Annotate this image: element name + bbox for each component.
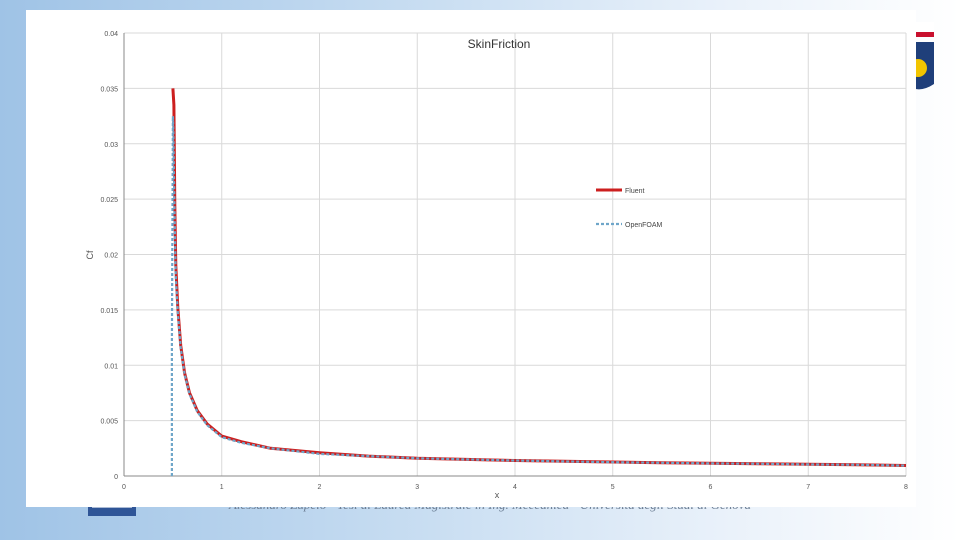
x-tick-label: 7 xyxy=(806,484,810,491)
chart-title: SkinFriction xyxy=(468,37,531,51)
y-tick-label: 0.005 xyxy=(100,419,118,426)
x-tick-label: 1 xyxy=(220,484,224,491)
x-tick-label: 0 xyxy=(122,484,126,491)
x-tick-label: 3 xyxy=(415,484,419,491)
x-tick-labels: 0 1 2 3 4 5 6 7 8 xyxy=(122,484,908,491)
x-tick-label: 4 xyxy=(513,484,517,491)
x-tick-label: 5 xyxy=(611,484,615,491)
y-axis-label: Cf xyxy=(85,250,95,259)
legend: Fluent OpenFOAM xyxy=(596,188,663,229)
x-axis-label: x xyxy=(495,490,500,500)
chart-panel: 0 0.005 0.01 0.015 0.02 0.025 0.03 0.035 0.04 0 1… xyxy=(26,10,916,507)
y-tick-label: 0.025 xyxy=(100,197,118,204)
skin-friction-chart: 0 0.005 0.01 0.015 0.02 0.025 0.03 0.035 0.04 0 1… xyxy=(85,31,908,500)
series-line-openfoam xyxy=(170,115,907,476)
y-tick-labels: 0 0.005 0.01 0.015 0.02 0.025 0.03 0.035 0.04 xyxy=(100,31,118,481)
y-tick-label: 0.015 xyxy=(100,308,118,315)
legend-label-fluent: Fluent xyxy=(625,188,645,195)
series-line-fluent xyxy=(171,88,907,467)
y-tick-label: 0.035 xyxy=(100,86,118,93)
y-tick-label: 0.01 xyxy=(104,363,118,370)
y-tick-label: 0 xyxy=(114,474,118,481)
legend-label-openfoam: OpenFOAM xyxy=(625,222,663,229)
y-tick-label: 0.03 xyxy=(104,142,118,149)
series-lines xyxy=(170,88,907,476)
x-tick-label: 2 xyxy=(318,484,322,491)
x-tick-label: 8 xyxy=(904,484,908,491)
y-tick-label: 0.04 xyxy=(104,31,118,38)
x-tick-label: 6 xyxy=(709,484,713,491)
y-tick-label: 0.02 xyxy=(104,253,118,260)
grid-lines xyxy=(123,32,907,477)
